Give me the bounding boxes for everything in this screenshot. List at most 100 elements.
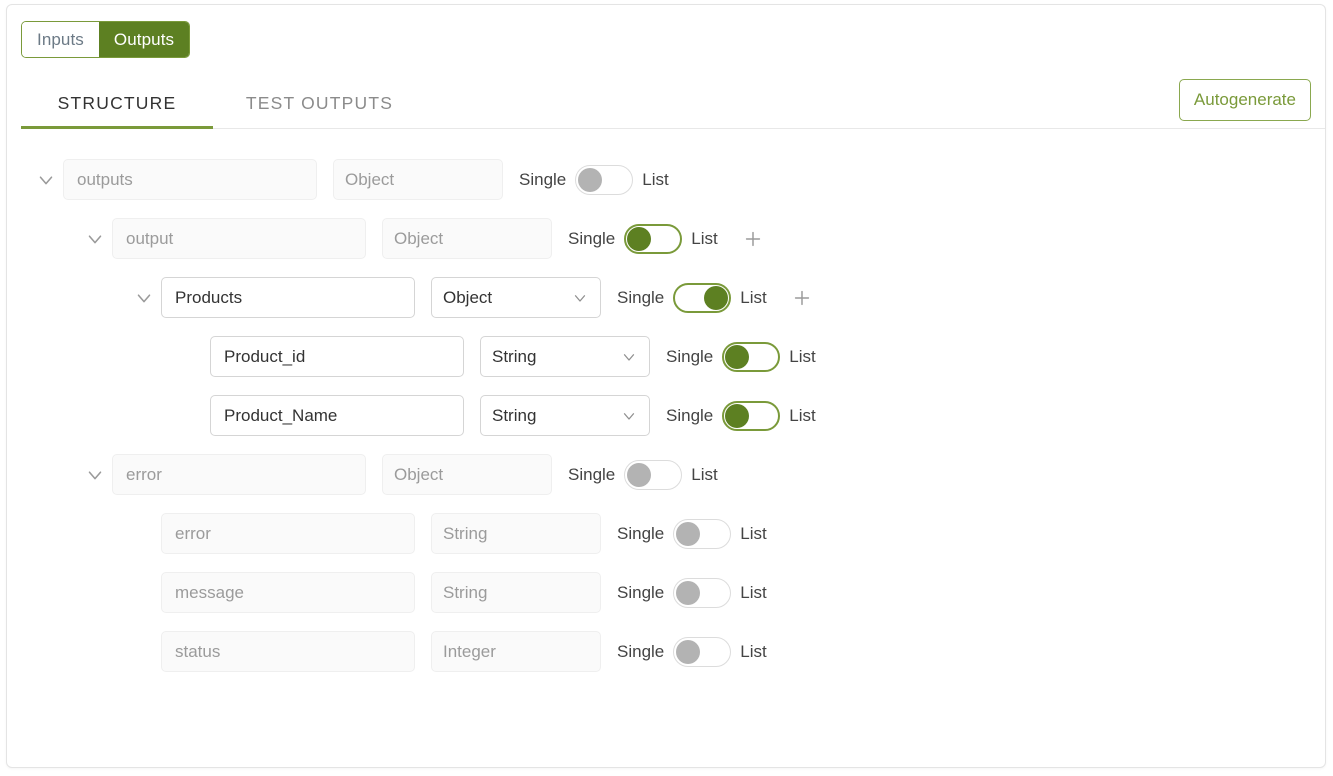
toggle-knob — [704, 285, 729, 310]
field-type-value: String — [492, 405, 537, 425]
schema-row: Product_Name String Single List — [7, 386, 1325, 445]
schema-row: output Object Single List — [7, 209, 1325, 268]
add-field-button[interactable] — [789, 285, 815, 311]
toggle-knob — [725, 344, 750, 369]
toggle-label-single: Single — [617, 582, 665, 602]
schema-row: error Object Single List — [7, 445, 1325, 504]
single-list-toggle[interactable] — [673, 282, 732, 313]
toggle-label-single: Single — [617, 641, 665, 661]
tab-bar: STRUCTURE TEST OUTPUTS — [7, 77, 1325, 129]
single-list-toggle[interactable] — [722, 341, 781, 372]
toggle-knob — [676, 521, 701, 546]
toggle-label-single: Single — [617, 287, 665, 307]
schema-row: status Integer Single List — [7, 622, 1325, 681]
field-name-input[interactable]: Product_id — [210, 336, 464, 377]
single-list-toggle-group: Single List — [617, 577, 767, 608]
field-type-select[interactable]: Object — [431, 277, 601, 318]
single-list-toggle[interactable] — [673, 518, 732, 549]
toggle-knob — [627, 226, 652, 251]
toggle-knob — [578, 167, 603, 192]
single-list-toggle[interactable] — [673, 636, 732, 667]
segment-outputs[interactable]: Outputs — [98, 22, 190, 57]
field-type-select[interactable]: Integer — [431, 631, 601, 672]
single-list-toggle-group: Single List — [519, 164, 669, 195]
field-name-input[interactable]: status — [161, 631, 415, 672]
toggle-label-single: Single — [519, 169, 567, 189]
single-list-toggle-group: Single List — [666, 341, 816, 372]
field-name-input[interactable]: message — [161, 572, 415, 613]
single-list-toggle-group: Single List — [617, 636, 767, 667]
toggle-label-list: List — [789, 405, 816, 425]
toggle-label-list: List — [740, 582, 767, 602]
toggle-label-list: List — [740, 287, 767, 307]
schema-row: error String Single List — [7, 504, 1325, 563]
schema-row: outputs Object Single List — [7, 150, 1325, 209]
toggle-label-single: Single — [666, 405, 714, 425]
toggle-label-single: Single — [617, 523, 665, 543]
field-name-input[interactable]: outputs — [63, 159, 317, 200]
toggle-label-list: List — [789, 346, 816, 366]
toggle-label-list: List — [691, 228, 718, 248]
single-list-toggle-group: Single List — [568, 223, 718, 254]
toggle-label-list: List — [740, 641, 767, 661]
field-type-value: String — [443, 523, 488, 543]
toggle-label-list: List — [642, 169, 669, 189]
field-type-select[interactable]: String — [431, 572, 601, 613]
schema-row: Product_id String Single List — [7, 327, 1325, 386]
tab-test-outputs[interactable]: TEST OUTPUTS — [232, 77, 407, 129]
field-type-select[interactable]: Object — [333, 159, 503, 200]
toggle-label-single: Single — [568, 464, 616, 484]
add-field-button[interactable] — [740, 226, 766, 252]
field-name-input[interactable]: Product_Name — [210, 395, 464, 436]
chevron-down-icon — [571, 289, 589, 307]
field-type-value: Object — [394, 228, 444, 248]
toggle-label-single: Single — [666, 346, 714, 366]
chevron-down-icon — [620, 348, 638, 366]
tab-bar-divider — [21, 128, 1325, 129]
expand-collapse-chevron-icon[interactable] — [78, 445, 112, 504]
expand-collapse-chevron-icon[interactable] — [78, 209, 112, 268]
field-type-select[interactable]: String — [431, 513, 601, 554]
field-type-select[interactable]: Object — [382, 218, 552, 259]
field-type-select[interactable]: String — [480, 336, 650, 377]
inputs-outputs-segmented-control[interactable]: Inputs Outputs — [21, 21, 191, 58]
field-name-input[interactable]: error — [161, 513, 415, 554]
toggle-knob — [725, 403, 750, 428]
field-type-value: String — [492, 346, 537, 366]
single-list-toggle-group: Single List — [666, 400, 816, 431]
field-type-select[interactable]: Object — [382, 454, 552, 495]
toggle-label-single: Single — [568, 228, 616, 248]
field-type-select[interactable]: String — [480, 395, 650, 436]
output-schema-panel: Inputs Outputs STRUCTURE TEST OUTPUTS Au… — [6, 4, 1326, 768]
expand-collapse-chevron-icon[interactable] — [29, 150, 63, 209]
field-type-value: Object — [345, 169, 395, 189]
autogenerate-button[interactable]: Autogenerate — [1178, 79, 1311, 121]
segment-inputs[interactable]: Inputs — [22, 22, 99, 57]
single-list-toggle[interactable] — [673, 577, 732, 608]
field-type-value: String — [443, 582, 488, 602]
schema-row: message String Single List — [7, 563, 1325, 622]
field-type-value: Integer — [443, 641, 496, 661]
toggle-knob — [676, 580, 701, 605]
toggle-label-list: List — [740, 523, 767, 543]
toggle-knob — [676, 639, 701, 664]
field-type-value: Object — [443, 287, 493, 307]
schema-tree: outputs Object Single List output Object Singl… — [7, 150, 1325, 681]
toggle-label-list: List — [691, 464, 718, 484]
single-list-toggle[interactable] — [624, 223, 683, 254]
toggle-knob — [627, 462, 652, 487]
single-list-toggle-group: Single List — [617, 518, 767, 549]
field-name-input[interactable]: Products — [161, 277, 415, 318]
schema-row: Products Object Single List — [7, 268, 1325, 327]
field-name-input[interactable]: output — [112, 218, 366, 259]
expand-collapse-chevron-icon[interactable] — [127, 268, 161, 327]
field-name-input[interactable]: error — [112, 454, 366, 495]
tab-structure[interactable]: STRUCTURE — [21, 77, 213, 129]
single-list-toggle[interactable] — [624, 459, 683, 490]
single-list-toggle[interactable] — [722, 400, 781, 431]
field-type-value: Object — [394, 464, 444, 484]
single-list-toggle-group: Single List — [617, 282, 767, 313]
chevron-down-icon — [620, 407, 638, 425]
single-list-toggle[interactable] — [575, 164, 634, 195]
single-list-toggle-group: Single List — [568, 459, 718, 490]
